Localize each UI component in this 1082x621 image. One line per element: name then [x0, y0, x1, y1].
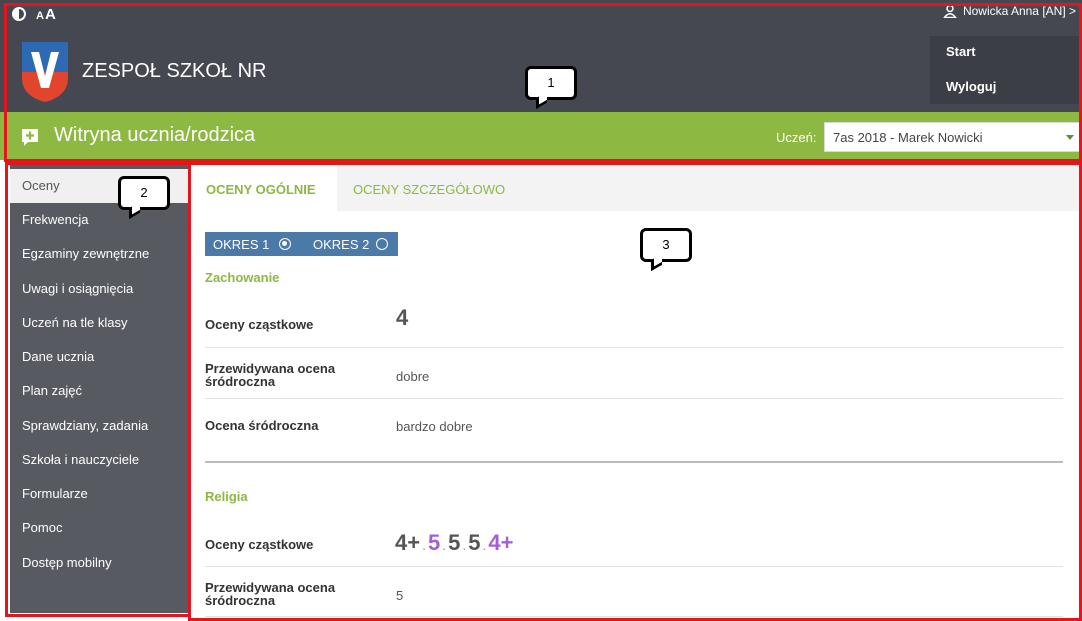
annotation-outline-content	[188, 162, 1082, 621]
annotation-outline-sidebar	[5, 162, 191, 617]
callout-1: 1	[525, 66, 577, 100]
callout-number: 1	[547, 75, 555, 90]
callout-number: 2	[140, 185, 148, 200]
callout-3: 3	[640, 228, 692, 262]
callout-2: 2	[118, 176, 170, 210]
callout-number: 3	[662, 237, 670, 252]
